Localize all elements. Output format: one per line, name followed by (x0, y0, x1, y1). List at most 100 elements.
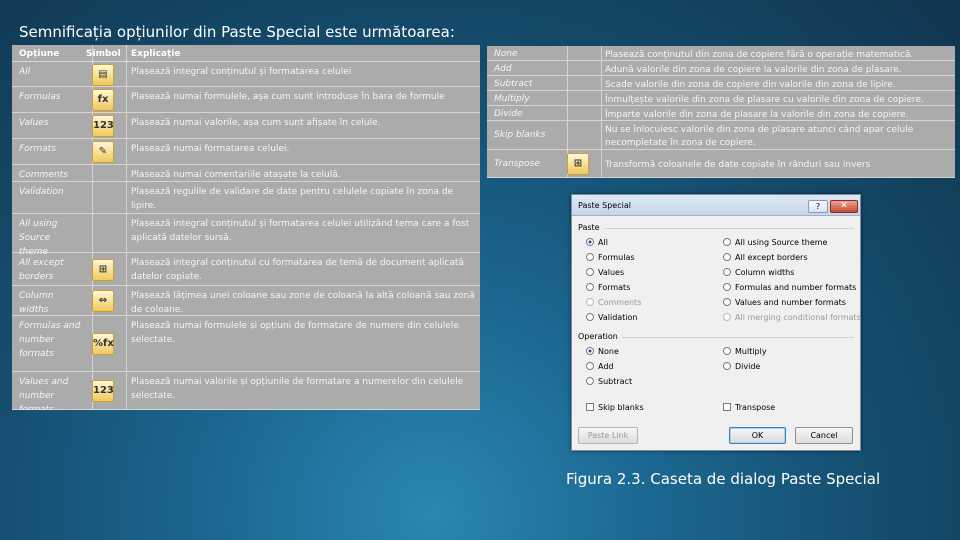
radio-comments: Comments (586, 298, 641, 307)
divider (604, 228, 854, 229)
cancel-button[interactable]: Cancel (795, 427, 853, 444)
row-explanation: Plasează integral conținutul și formatar… (131, 219, 470, 243)
table-row: Multiply Înmulțește valorile din zona de … (487, 91, 955, 106)
paste-all-icon: ▤ (92, 63, 114, 86)
transpose-label: Transpose (735, 403, 776, 412)
table-row: Transpose ⊞ Transformă coloanele de date c… (487, 150, 955, 178)
table-row: Subtract Scade valorile din zona de copie… (487, 76, 955, 91)
operation-options-table: None Plasează conținutul din zona de copi… (487, 46, 955, 178)
row-option: Subtract (494, 79, 533, 89)
radio-column-widths[interactable]: Column widths (723, 268, 794, 277)
row-explanation: Plasează numai formulele, așa cum sunt i… (131, 92, 445, 102)
radio-label: Values (598, 268, 625, 277)
radio-label: Comments (598, 298, 642, 307)
radio-formulas[interactable]: Formulas (586, 253, 635, 262)
row-option: Formulas (19, 92, 61, 102)
radio-button (723, 362, 731, 370)
table-row: Values and number formats 123 Plasează num… (12, 372, 480, 410)
row-explanation: Plasează lățimea unei coloane sau zone d… (131, 291, 475, 315)
table-row: Column widths ⇔ Plasează lățimea unei colo… (12, 286, 480, 316)
checkbox-box (586, 403, 594, 411)
paste-values-icon: 123 (92, 115, 114, 137)
row-option: All (19, 67, 31, 77)
radio-validation[interactable]: Validation (586, 313, 638, 322)
row-explanation: Plasează integral conținutul cu formatar… (131, 258, 464, 282)
skip-blanks-checkbox[interactable]: Skip blanks (586, 403, 644, 412)
help-button[interactable]: ? (808, 200, 828, 213)
row-explanation: Plasează regulile de validare de date pe… (131, 187, 454, 211)
paste-formulas-icon: fx (92, 89, 114, 111)
table-row: Comments Plasează numai comentariile ataș… (12, 165, 480, 182)
row-option: Divide (494, 109, 523, 119)
radio-label: Formats (598, 283, 631, 292)
radio-label: Formulas and number formats (735, 283, 857, 292)
radio-all[interactable]: All (586, 238, 608, 247)
radio-all-except-borders[interactable]: All except borders (723, 253, 808, 262)
header-symbol: Simbol (86, 49, 121, 59)
radio-label: Subtract (598, 377, 633, 386)
radio-add[interactable]: Add (586, 362, 614, 371)
radio-button (586, 253, 594, 261)
row-explanation: Plasează numai formatarea celulei. (131, 144, 290, 154)
table-row: Divide Împarte valorile din zona de plasa… (487, 106, 955, 121)
checkbox-box (723, 403, 731, 411)
row-explanation: Plasează numai comentariile atașate la c… (131, 170, 341, 180)
radio-button (723, 298, 731, 306)
table-header: Opțiune Simbol Explicație (12, 45, 480, 62)
radio-button (723, 347, 731, 355)
transpose-checkbox[interactable]: Transpose (723, 403, 775, 412)
row-option: Values and number formats (19, 377, 69, 410)
paste-group-label: Paste (578, 223, 600, 232)
radio-formulas-and-number-formats[interactable]: Formulas and number formats (723, 283, 856, 292)
radio-all-merging-conditional-formats: All merging conditional formats (723, 313, 861, 322)
row-option: Formats (19, 144, 56, 154)
row-explanation: Plasează integral conținutul și formatar… (131, 67, 352, 77)
paste-options-table: Opțiune Simbol Explicație All ▤ Plasează i… (12, 45, 480, 410)
radio-label: Validation (598, 313, 638, 322)
radio-formats[interactable]: Formats (586, 283, 630, 292)
row-explanation: Transformă coloanele de date copiate în … (605, 159, 871, 170)
paste-link-button[interactable]: Paste Link (578, 427, 638, 444)
row-option: Formulas and number formats (19, 321, 81, 359)
table-row: Formulas and number formats %fx Plasează n… (12, 316, 480, 372)
skip-blanks-label: Skip blanks (598, 403, 644, 412)
radio-subtract[interactable]: Subtract (586, 377, 632, 386)
ok-button[interactable]: OK (729, 427, 786, 444)
radio-label: All except borders (735, 253, 808, 262)
radio-button (586, 347, 594, 355)
radio-button (723, 253, 731, 261)
radio-multiply[interactable]: Multiply (723, 347, 767, 356)
table-row: Validation Plasează regulile de validare … (12, 182, 480, 214)
radio-button (723, 238, 731, 246)
radio-values-and-number-formats[interactable]: Values and number formats (723, 298, 846, 307)
row-option: All except borders (19, 258, 64, 282)
radio-label: Values and number formats (735, 298, 846, 307)
radio-all-using-source-theme[interactable]: All using Source theme (723, 238, 827, 247)
divider (622, 337, 854, 338)
table-row: Add Adună valorile din zona de copiere la… (487, 61, 955, 76)
table-row: Formats ✎ Plasează numai formatarea celule… (12, 139, 480, 165)
radio-button (723, 313, 731, 321)
radio-divide[interactable]: Divide (723, 362, 760, 371)
header-explanation: Explicație (131, 49, 181, 59)
row-option: Transpose (494, 158, 540, 169)
radio-button (586, 268, 594, 276)
paste-no-borders-icon: ⊞ (92, 258, 114, 281)
transpose-icon: ⊞ (567, 153, 589, 175)
slide-title: Semnificația opțiunilor din Paste Specia… (19, 23, 455, 41)
operation-group-label: Operation (578, 332, 618, 341)
close-button[interactable]: ✕ (830, 200, 858, 213)
table-row: All ▤ Plasează integral conținutul și form… (12, 62, 480, 87)
table-row: Values 123 Plasează numai valorile, așa cu… (12, 113, 480, 139)
paste-column-widths-icon: ⇔ (92, 290, 114, 312)
radio-values[interactable]: Values (586, 268, 624, 277)
radio-none[interactable]: None (586, 347, 619, 356)
dialog-titlebar[interactable]: Paste Special ? ✕ (572, 195, 860, 216)
paste-formulas-number-formats-icon: %fx (92, 333, 114, 355)
table-row: All using Source theme Plasează integral … (12, 214, 480, 257)
row-option: Add (494, 64, 512, 74)
radio-button (586, 283, 594, 291)
dialog-title: Paste Special (578, 201, 631, 210)
row-option: Validation (19, 187, 64, 197)
table-row: Formulas fx Plasează numai formulele, așa … (12, 87, 480, 113)
